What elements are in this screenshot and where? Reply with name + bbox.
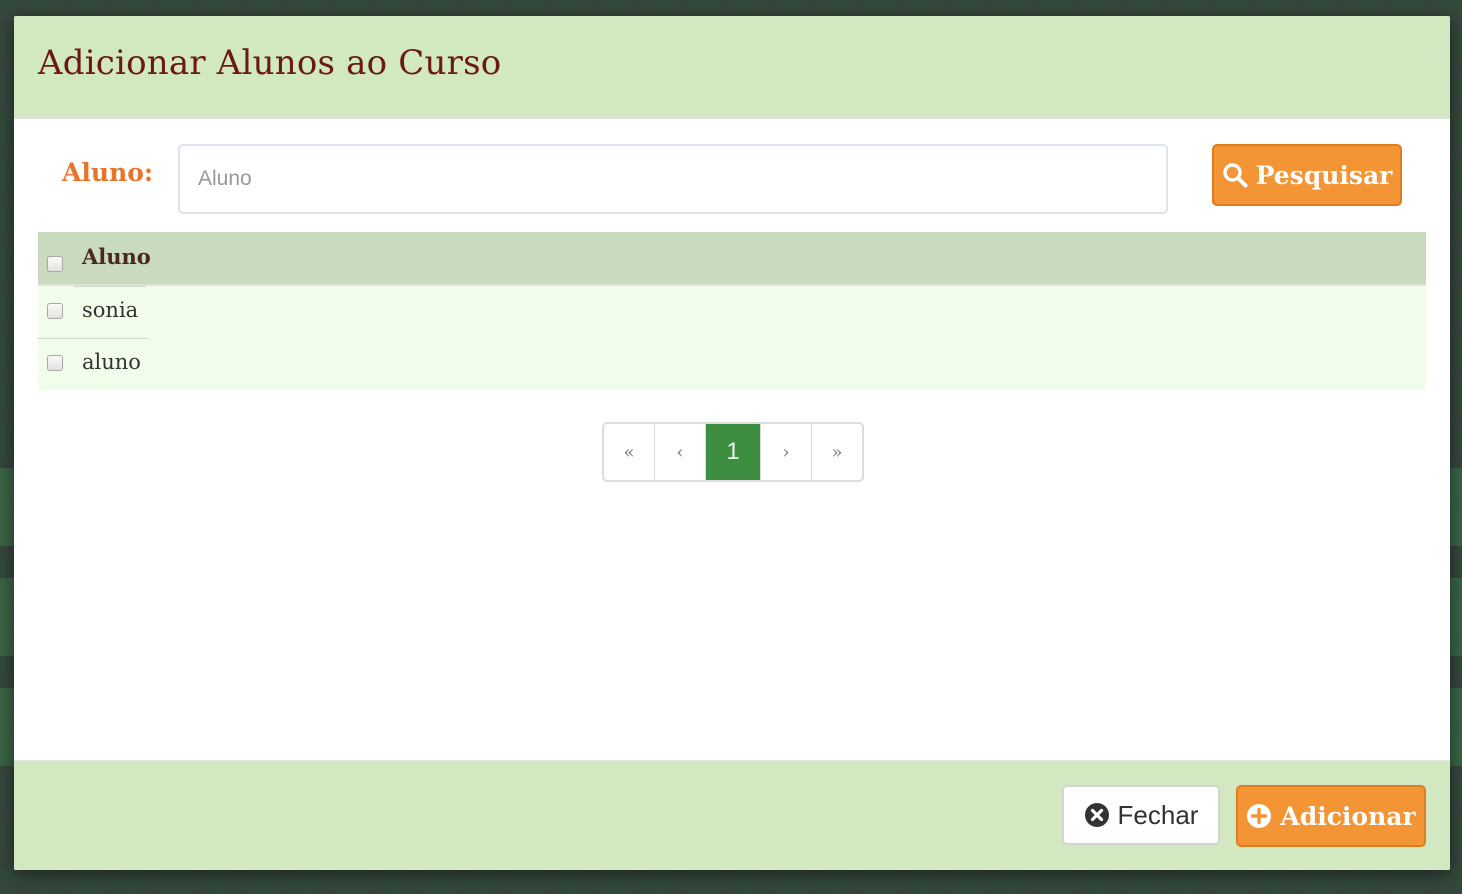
student-name: sonia: [82, 298, 139, 322]
first-page-button[interactable]: «: [604, 424, 655, 480]
table-header: Aluno: [38, 232, 1426, 286]
modal-header: Adicionar Alunos ao Curso: [14, 16, 1450, 119]
student-search-input[interactable]: [178, 144, 1168, 214]
search-icon: [1222, 162, 1248, 188]
row-checkbox[interactable]: [47, 355, 63, 371]
student-name: aluno: [82, 350, 141, 374]
next-page-button[interactable]: ›: [761, 424, 812, 480]
modal-title: Adicionar Alunos ao Curso: [38, 43, 502, 83]
close-button-label: Fechar: [1117, 799, 1199, 830]
times-circle-icon: [1084, 802, 1110, 828]
row-checkbox[interactable]: [47, 303, 63, 319]
add-students-modal: Adicionar Alunos ao Curso Aluno: Pesquis…: [14, 16, 1450, 870]
pagination: « ‹ 1 › »: [602, 422, 864, 482]
table-row[interactable]: aluno: [38, 338, 1426, 390]
search-button[interactable]: Pesquisar: [1212, 144, 1402, 206]
last-page-button[interactable]: »: [812, 424, 862, 480]
table-row[interactable]: sonia: [38, 286, 1426, 338]
current-page-button[interactable]: 1: [706, 424, 761, 480]
student-search-label: Aluno:: [62, 158, 154, 187]
select-all-checkbox[interactable]: [47, 256, 63, 272]
add-button[interactable]: Adicionar: [1236, 785, 1426, 847]
plus-circle-icon: [1246, 803, 1272, 829]
row-divider: [38, 338, 148, 339]
close-button[interactable]: Fechar: [1062, 785, 1220, 845]
add-button-label: Adicionar: [1280, 801, 1416, 831]
column-header-aluno: Aluno: [82, 244, 151, 269]
previous-page-button[interactable]: ‹: [655, 424, 706, 480]
row-divider: [74, 286, 146, 287]
search-button-label: Pesquisar: [1255, 160, 1393, 190]
students-table: Aluno sonia aluno: [38, 232, 1426, 390]
modal-footer: Fechar Adicionar: [14, 760, 1450, 870]
